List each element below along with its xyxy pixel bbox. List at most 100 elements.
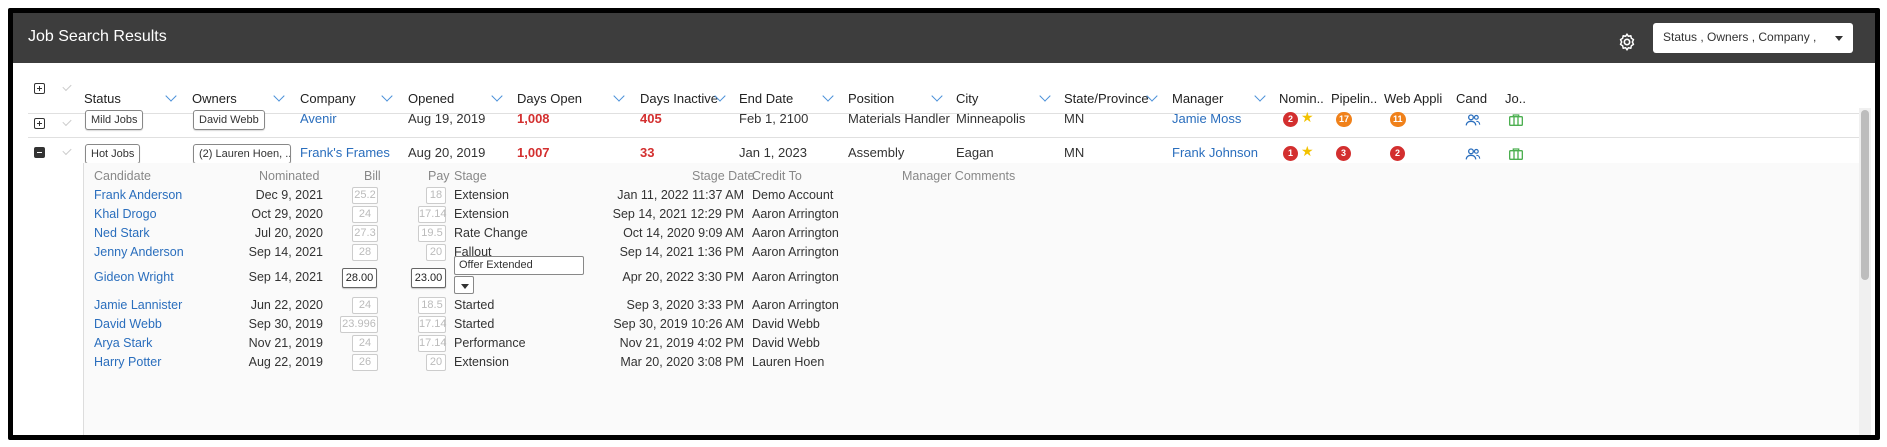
nominated-date: Sep 14, 2021 [248,270,323,284]
briefcase-icon[interactable] [1508,112,1524,128]
column-header-company[interactable]: Company [300,91,356,106]
company-link[interactable]: Avenir [300,111,337,126]
chevron-down-icon[interactable] [165,90,177,102]
chevron-down-icon[interactable] [381,90,393,102]
stage-select-input[interactable]: Offer Extended [454,256,584,275]
chevron-down-icon[interactable] [1254,90,1266,102]
nominated-date: Aug 22, 2019 [248,355,323,369]
column-header-city[interactable]: City [956,91,978,106]
column-header-days-open[interactable]: Days Open [517,91,582,106]
stage-date: Oct 14, 2020 9:09 AM [623,226,744,240]
stage-date: Jan 11, 2022 11:37 AM [617,188,744,202]
column-header-manager[interactable]: Manager [1172,91,1223,106]
candidate-link[interactable]: Arya Stark [94,336,152,350]
nominated-date: Oct 29, 2020 [251,207,323,221]
star-icon: ★ [1301,109,1314,125]
company-link[interactable]: Frank's Frames [300,145,390,160]
sub-header-nominated: Nominated [259,169,320,183]
people-icon[interactable] [1465,146,1481,162]
chevron-down-icon[interactable] [613,90,625,102]
column-header-nominees[interactable]: Nomin.. [1279,91,1324,106]
state-value: MN [1064,145,1085,160]
column-header-candidates[interactable]: Cand [1456,91,1487,106]
nominees-badge[interactable]: 1 [1283,146,1298,161]
bill-rate-value: 27.3 [352,225,378,242]
bill-rate-value: 24 [352,297,378,314]
chevron-down-icon[interactable] [491,90,503,102]
chevron-down-icon[interactable] [931,90,943,102]
pay-rate-value: 17.14 [418,316,447,333]
manager-link[interactable]: Jamie Moss [1172,111,1241,126]
column-header-end-date[interactable]: End Date [739,91,793,106]
sub-header-manager-comments: Manager Comments [902,169,1016,183]
briefcase-icon[interactable] [1508,146,1524,162]
credit-to: Aaron Arrington [752,207,839,221]
column-header-position[interactable]: Position [848,91,894,106]
stage-date: Sep 14, 2021 12:29 PM [612,207,744,221]
candidate-link[interactable]: Harry Potter [94,355,161,369]
divider [28,137,1863,138]
bill-rate-value: 26 [352,354,378,371]
column-header-pipeline[interactable]: Pipelin.. [1331,91,1377,106]
candidate-link[interactable]: Khal Drogo [94,207,157,221]
sub-header-pay: Pay [428,169,450,183]
owners-tag[interactable]: David Webb [193,110,265,130]
select-all-checkbox[interactable] [62,81,72,92]
bill-rate-input[interactable]: 28.00 [342,268,377,288]
row-checkbox[interactable] [62,116,72,127]
gear-icon[interactable] [1617,32,1637,52]
owners-tag[interactable]: (2) Lauren Hoen, ... [193,144,291,164]
stage-value: Extension [454,188,509,202]
column-header-days-inactive[interactable]: Days Inactive [640,91,718,106]
chevron-down-icon[interactable] [273,90,285,102]
pipeline-badge[interactable]: 3 [1336,146,1351,161]
row-checkbox[interactable] [62,145,72,156]
scrollbar-thumb[interactable] [1861,110,1869,280]
filter-select-value: Status , Owners , Company , [1663,30,1817,44]
candidate-link[interactable]: Gideon Wright [94,270,174,284]
pay-rate-input[interactable]: 23.00 [411,268,446,288]
chevron-down-icon[interactable] [1039,90,1051,102]
pay-rate-value: 20 [426,354,446,371]
bill-rate-value: 24 [352,206,378,223]
manager-link[interactable]: Frank Johnson [1172,145,1258,160]
expand-all-icon[interactable] [34,83,45,94]
expand-row-icon[interactable] [34,118,45,129]
stage-dropdown-button[interactable] [454,276,474,294]
column-header-status[interactable]: Status [84,91,121,106]
web-applicants-badge[interactable]: 2 [1390,146,1405,161]
candidate-link[interactable]: Ned Stark [94,226,150,240]
column-filter-select[interactable]: Status , Owners , Company , [1653,23,1853,53]
column-header-jobs[interactable]: Jo.. [1505,91,1526,106]
sub-header-bill: Bill [364,169,381,183]
column-header-owners[interactable]: Owners [192,91,237,106]
vertical-scrollbar[interactable] [1859,108,1871,435]
nominated-date: Jun 22, 2020 [250,298,323,312]
chevron-down-icon[interactable] [822,90,834,102]
candidate-link[interactable]: Frank Anderson [94,188,182,202]
people-icon[interactable] [1465,112,1481,128]
candidate-link[interactable]: Jenny Anderson [94,245,184,259]
stage-value: Started [454,298,495,312]
candidate-link[interactable]: Jamie Lannister [94,298,182,312]
pipeline-badge[interactable]: 17 [1336,112,1353,127]
pay-rate-value: 19.5 [418,225,446,242]
bill-rate-value: 23.996 [340,316,378,333]
collapse-row-icon[interactable] [34,147,45,158]
candidate-link[interactable]: David Webb [94,317,162,331]
web-applicants-badge[interactable]: 11 [1390,112,1406,127]
nominees-badge[interactable]: 2 [1283,112,1298,127]
nominated-date: Dec 9, 2021 [255,188,323,202]
nominated-date: Sep 14, 2021 [248,245,323,259]
column-header-web-applicants[interactable]: Web Appli [1384,91,1442,106]
sub-header-stage-date: Stage Date [692,169,755,183]
days-inactive-value: 405 [640,111,662,126]
column-header-opened[interactable]: Opened [408,91,454,106]
end-date: Jan 1, 2023 [739,145,807,160]
status-tag[interactable]: Mild Jobs [85,110,144,130]
position-value: Assembly [848,145,905,160]
state-value: MN [1064,111,1085,126]
column-header-state[interactable]: State/Province [1064,91,1149,106]
status-tag[interactable]: Hot Jobs [85,144,141,164]
stage-date: Mar 20, 2020 3:08 PM [620,355,744,369]
